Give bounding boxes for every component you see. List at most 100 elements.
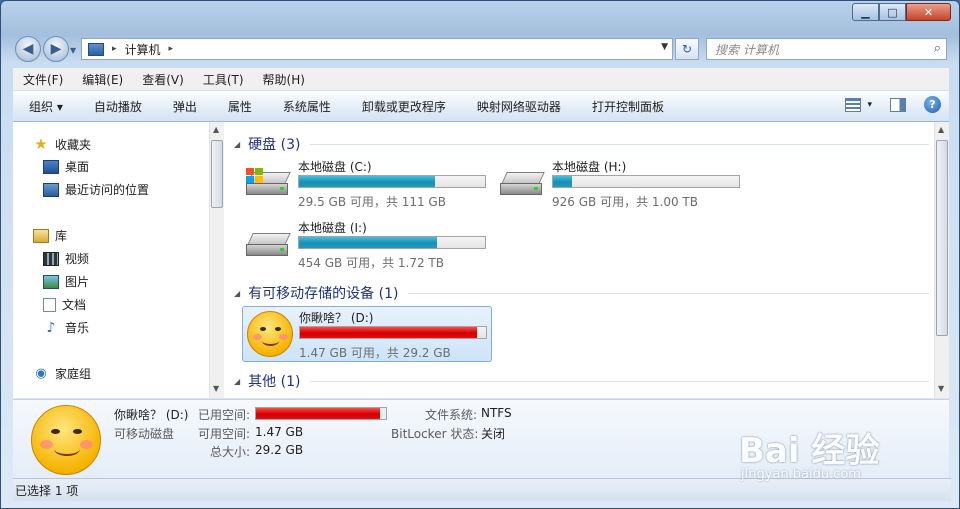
drive-name: 本地磁盘 (C:) xyxy=(298,160,372,174)
autoplay-button[interactable]: 自动播放 xyxy=(78,98,157,115)
group-header-other[interactable]: ◢ 其他 (1) xyxy=(234,371,929,391)
drive-usage-bar xyxy=(298,175,486,188)
close-button[interactable]: ✕ xyxy=(906,3,951,21)
drive-name: 本地磁盘 (H:) xyxy=(552,160,627,174)
organize-button[interactable]: 组织 ▾ xyxy=(13,98,78,115)
minimize-button[interactable]: ▁ xyxy=(852,3,879,21)
details-drive-type: 可移动磁盘 xyxy=(114,427,175,441)
recent-pages-dropdown-icon[interactable]: ▼ xyxy=(70,46,76,55)
drive-c[interactable]: 本地磁盘 (C:) 29.5 GB 可用，共 111 GB xyxy=(242,156,492,212)
scroll-down-icon[interactable]: ▼ xyxy=(213,384,219,393)
hard-drive-icon xyxy=(500,172,546,198)
menu-edit[interactable]: 编辑(E) xyxy=(72,71,132,88)
menu-bar: 文件(F) 编辑(E) 查看(V) 工具(T) 帮助(H) xyxy=(13,68,949,91)
map-network-drive-button[interactable]: 映射网络驱动器 xyxy=(461,98,576,115)
explorer-window: ▁ □ ✕ ◀ ▶ ▼ ▸ 计算机 ▸ ▼ ↻ 搜索 计算机 ⌕ 文件(F) 编… xyxy=(0,0,960,509)
nav-music[interactable]: ♪ 音乐 xyxy=(43,319,89,336)
nav-favorites[interactable]: ★ 收藏夹 xyxy=(33,135,91,153)
collapse-icon[interactable]: ◢ xyxy=(234,140,240,149)
change-view-icon[interactable] xyxy=(845,97,862,112)
drive-free-space: 1.47 GB 可用，共 29.2 GB xyxy=(299,346,451,360)
back-button[interactable]: ◀ xyxy=(15,36,41,62)
open-control-panel-button[interactable]: 打开控制面板 xyxy=(576,98,679,115)
windows-logo-icon xyxy=(246,168,264,184)
details-free-label: 可用空间: xyxy=(198,427,251,441)
other-title: 其他 (1) xyxy=(248,374,301,390)
nav-homegroup[interactable]: ◉ 家庭组 xyxy=(33,365,91,382)
navigation-pane: ★ 收藏夹 桌面 最近访问的位置 库 视频 图片 文档 ♪ 音乐 ◉ 家庭组 ▲… xyxy=(13,122,224,398)
drive-free-space: 29.5 GB 可用，共 111 GB xyxy=(298,195,446,209)
content-scrollbar[interactable]: ▲ ▼ xyxy=(934,122,949,398)
details-bitlocker-label: BitLocker 状态: xyxy=(391,427,479,441)
search-input[interactable]: 搜索 计算机 ⌕ xyxy=(706,38,947,60)
nav-pictures[interactable]: 图片 xyxy=(43,273,89,290)
refresh-button[interactable]: ↻ xyxy=(675,38,699,60)
drive-i[interactable]: 本地磁盘 (I:) 454 GB 可用，共 1.72 TB xyxy=(242,217,492,273)
menu-view[interactable]: 查看(V) xyxy=(132,71,193,88)
address-separator-icon[interactable]: ▸ xyxy=(112,44,117,54)
uninstall-program-button[interactable]: 卸载或更改程序 xyxy=(346,98,461,115)
baidu-watermark: Bai 经验 jingyan.baidu.com xyxy=(739,401,939,491)
preview-pane-icon[interactable] xyxy=(890,97,906,112)
view-dropdown-icon[interactable]: ▾ xyxy=(867,100,872,110)
nav-recent-places[interactable]: 最近访问的位置 xyxy=(43,181,149,198)
content-scroll-thumb[interactable] xyxy=(936,140,948,336)
group-header-hard-disks[interactable]: ◢ 硬盘 (3) xyxy=(234,134,929,154)
nav-videos-label: 视频 xyxy=(65,252,90,266)
scroll-up-icon[interactable]: ▲ xyxy=(213,125,219,134)
nav-scroll-thumb[interactable] xyxy=(211,140,223,208)
nav-videos[interactable]: 视频 xyxy=(43,250,89,267)
drive-d-selected[interactable]: 你瞅啥？ (D:) 1.47 GB 可用，共 29.2 GB xyxy=(242,306,492,362)
maximize-button[interactable]: □ xyxy=(879,3,906,21)
forward-button[interactable]: ▶ xyxy=(43,36,69,62)
collapse-icon[interactable]: ◢ xyxy=(234,377,240,386)
desktop-icon xyxy=(43,159,59,174)
nav-pane-scrollbar[interactable]: ▲ ▼ xyxy=(209,122,224,398)
collapse-icon[interactable]: ◢ xyxy=(234,289,240,298)
nav-recent-places-label: 最近访问的位置 xyxy=(65,183,150,197)
content-area: ◢ 硬盘 (3) 本地磁盘 (C:) 29.5 GB 可用，共 111 GB 本… xyxy=(224,122,934,398)
scroll-down-icon[interactable]: ▼ xyxy=(938,384,944,393)
eject-button[interactable]: 弹出 xyxy=(157,98,212,115)
scroll-up-icon[interactable]: ▲ xyxy=(938,125,944,134)
group-divider xyxy=(310,143,929,145)
library-icon xyxy=(33,228,49,243)
drive-usage-bar xyxy=(552,175,740,188)
search-icon[interactable]: ⌕ xyxy=(934,41,941,56)
drive-usage-bar xyxy=(298,236,486,249)
smiley-drive-icon xyxy=(247,311,293,357)
large-smiley-drive-icon xyxy=(31,405,101,475)
details-total-value: 29.2 GB xyxy=(255,443,304,457)
drive-h[interactable]: 本地磁盘 (H:) 926 GB 可用，共 1.00 TB xyxy=(496,156,746,212)
forward-arrow-icon: ▶ xyxy=(50,41,62,57)
music-icon: ♪ xyxy=(46,319,56,336)
recent-places-icon xyxy=(43,182,59,197)
nav-desktop[interactable]: 桌面 xyxy=(43,158,89,175)
menu-help[interactable]: 帮助(H) xyxy=(253,71,314,88)
breadcrumb-computer[interactable]: 计算机 xyxy=(125,41,161,58)
nav-libraries[interactable]: 库 xyxy=(33,227,67,244)
documents-icon xyxy=(43,297,56,312)
address-dropdown-icon[interactable]: ▼ xyxy=(661,42,668,52)
nav-desktop-label: 桌面 xyxy=(65,160,90,174)
breadcrumb-chevron-icon[interactable]: ▸ xyxy=(169,44,174,54)
details-usage-bar xyxy=(255,407,387,420)
menu-file[interactable]: 文件(F) xyxy=(13,71,72,88)
details-fs-value: NTFS xyxy=(481,406,512,420)
details-drive-name: 你瞅啥？ (D:) xyxy=(114,408,189,422)
computer-icon xyxy=(88,42,104,56)
nav-documents[interactable]: 文档 xyxy=(43,296,86,313)
nav-pictures-label: 图片 xyxy=(65,275,90,289)
properties-button[interactable]: 属性 xyxy=(212,98,267,115)
refresh-icon: ↻ xyxy=(681,42,693,56)
system-properties-button[interactable]: 系统属性 xyxy=(267,98,346,115)
help-icon[interactable]: ? xyxy=(924,96,941,113)
drive-name: 你瞅啥？ (D:) xyxy=(299,311,374,325)
group-header-removable[interactable]: ◢ 有可移动存储的设备 (1) xyxy=(234,283,929,303)
menu-tools[interactable]: 工具(T) xyxy=(193,71,253,88)
group-divider xyxy=(408,292,929,294)
hard-disks-title: 硬盘 (3) xyxy=(248,137,301,153)
details-used-label: 已用空间: xyxy=(198,408,251,422)
address-bar[interactable]: ▸ 计算机 ▸ ▼ xyxy=(81,38,673,60)
nav-music-label: 音乐 xyxy=(65,321,90,335)
